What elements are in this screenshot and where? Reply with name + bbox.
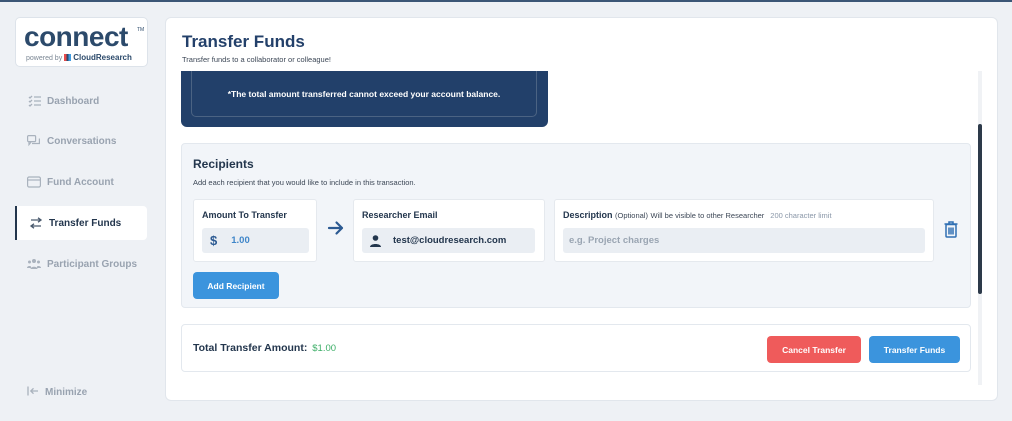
email-value: test@cloudresearch.com (393, 235, 507, 246)
recipients-section: Recipients Add each recipient that you w… (181, 143, 971, 308)
sidebar-item-transfer-funds[interactable]: Transfer Funds (15, 206, 147, 240)
cancel-transfer-button[interactable]: Cancel Transfer (767, 336, 861, 363)
description-hint: Will be visible to other Researcher (650, 211, 765, 220)
description-placeholder: e.g. Project charges (569, 235, 660, 246)
transfer-funds-button[interactable]: Transfer Funds (869, 336, 960, 363)
notice-text: *The total amount transferred cannot exc… (191, 71, 537, 117)
amount-label: Amount To Transfer (202, 210, 287, 220)
sidebar-item-label: Participant Groups (47, 258, 138, 270)
email-label: Researcher Email (362, 210, 438, 220)
amount-input[interactable]: $ 1.00 (202, 228, 309, 253)
optional-tag: (Optional) (615, 211, 648, 220)
sidebar-item-label: Fund Account (47, 176, 114, 188)
add-recipient-button[interactable]: Add Recipient (193, 272, 279, 299)
sidebar-item-fund-account[interactable]: Fund Account (15, 165, 147, 199)
amount-value: 1.00 (231, 235, 250, 246)
total-section: Total Transfer Amount: $1.00 Cancel Tran… (181, 324, 971, 372)
sidebar-item-label: Conversations (47, 135, 117, 147)
sidebar-item-label: Transfer Funds (49, 217, 122, 229)
cloudresearch-logo-icon (64, 54, 72, 61)
email-card: Researcher Email test@cloudresearch.com (353, 199, 545, 262)
amount-card: Amount To Transfer $ 1.00 (193, 199, 317, 262)
chat-icon (27, 134, 41, 148)
minimize-button[interactable]: Minimize (27, 386, 87, 399)
description-label: Description (Optional) Will be visible t… (563, 210, 832, 220)
partner-name: CloudResearch (73, 53, 132, 62)
wallet-icon (27, 175, 41, 189)
main-panel: Transfer Funds Transfer funds to a colla… (165, 17, 998, 401)
trash-icon[interactable] (944, 221, 958, 243)
brand-logo[interactable]: connect TM powered by CloudResearch (15, 17, 148, 67)
top-border (0, 0, 1012, 2)
logo-trademark: TM (137, 27, 145, 33)
description-label-text: Description (563, 210, 613, 220)
list-icon (27, 94, 41, 108)
group-icon (27, 257, 41, 271)
page-subtitle: Transfer funds to a collaborator or coll… (182, 55, 331, 64)
character-limit: 200 character limit (770, 211, 832, 220)
description-input[interactable]: e.g. Project charges (563, 228, 925, 253)
email-input[interactable]: test@cloudresearch.com (362, 228, 535, 253)
logo-wordmark: connect (24, 21, 128, 52)
sidebar-item-label: Dashboard (47, 95, 100, 107)
transfer-icon (29, 216, 43, 230)
sidebar-item-conversations[interactable]: Conversations (15, 124, 147, 158)
minimize-label: Minimize (45, 387, 88, 398)
powered-by-text: powered by (26, 55, 63, 62)
total-label-text: Total Transfer Amount: (193, 342, 308, 354)
total-label: Total Transfer Amount: $1.00 (193, 342, 336, 354)
collapse-left-icon (27, 386, 39, 399)
balance-notice: *The total amount transferred cannot exc… (181, 71, 548, 127)
description-card: Description (Optional) Will be visible t… (554, 199, 934, 262)
dollar-icon: $ (210, 233, 218, 248)
user-icon (370, 234, 381, 247)
recipients-description: Add each recipient that you would like t… (193, 178, 416, 187)
sidebar-item-dashboard[interactable]: Dashboard (15, 84, 147, 118)
total-amount: $1.00 (312, 343, 337, 354)
arrow-right-icon (327, 220, 345, 241)
recipients-title: Recipients (193, 157, 254, 171)
scrollbar-thumb[interactable] (978, 124, 982, 294)
logo-powered-by: powered by CloudResearch (26, 53, 132, 62)
sidebar-item-participant-groups[interactable]: Participant Groups (15, 247, 147, 281)
page-title: Transfer Funds (182, 32, 305, 51)
